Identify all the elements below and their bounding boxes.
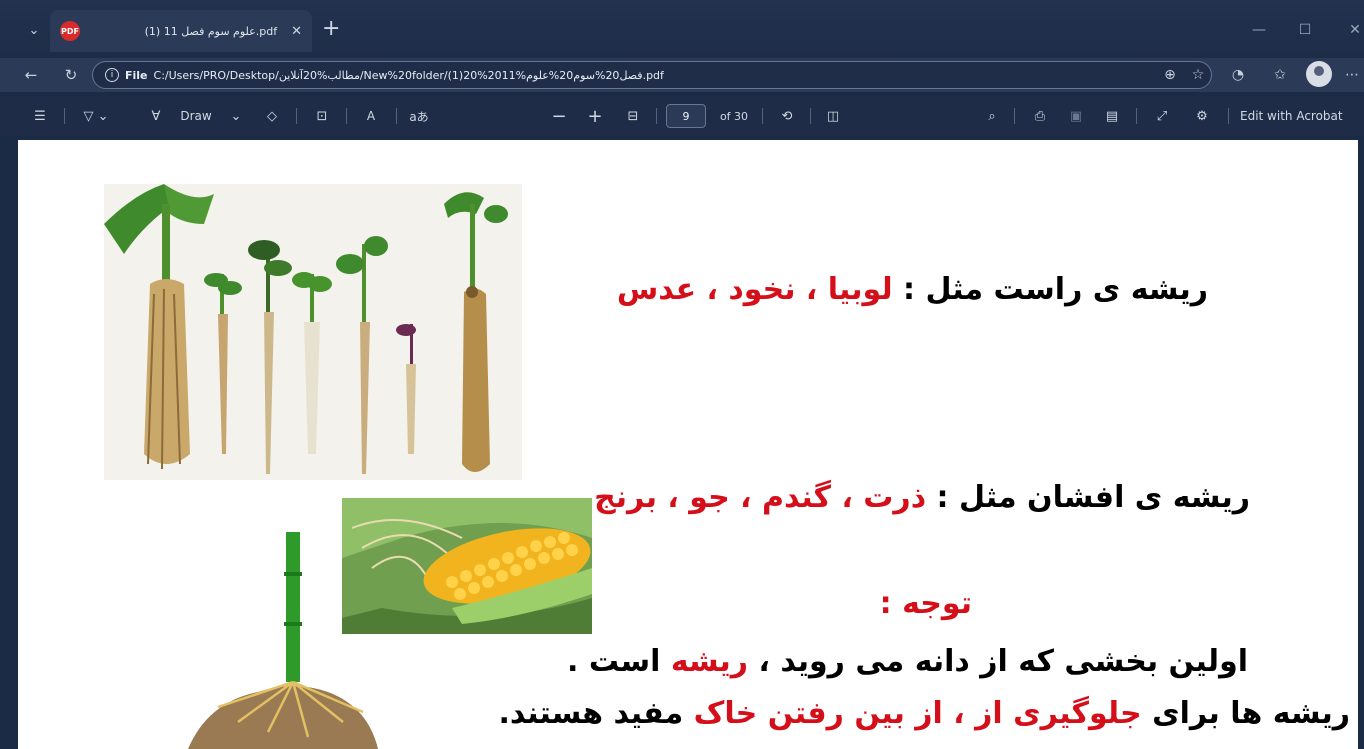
- tab-actions-icon[interactable]: ⌄: [20, 18, 48, 42]
- url-text[interactable]: C:/Users/PRO/Desktop/مطالب%20آنلاین/New%…: [154, 69, 664, 82]
- divider: [810, 108, 811, 124]
- fibrous-root-line: ریشه ی افشان مثل : ذرت ، گندم ، جو ، برن…: [594, 480, 1250, 515]
- more-menu-icon[interactable]: ⋯: [1340, 63, 1364, 87]
- extensions-icon[interactable]: ◔: [1226, 63, 1250, 87]
- page-number-input[interactable]: 9: [666, 104, 706, 128]
- page-total: of 30: [719, 109, 749, 123]
- seedlings-image: [104, 184, 522, 480]
- highlight-icon[interactable]: ▽ ⌄: [74, 104, 118, 128]
- divider: [1228, 108, 1229, 124]
- divider: [396, 108, 397, 124]
- taproot-label: ریشه ی راست مثل :: [892, 272, 1208, 307]
- zoom-out-icon[interactable]: −: [548, 104, 570, 128]
- eraser-icon[interactable]: ◇: [260, 104, 284, 128]
- corn-image: [342, 498, 592, 634]
- note-line-1-text: اولین بخشی که از دانه می روید ،: [748, 644, 1248, 679]
- save-icon[interactable]: ▣: [1064, 104, 1088, 128]
- fibrous-root-examples: ذرت ، گندم ، جو ، برنج: [594, 480, 927, 515]
- back-icon[interactable]: ←: [18, 63, 44, 87]
- contents-icon[interactable]: ☰: [28, 104, 52, 128]
- note-line-1-end: است .: [566, 644, 671, 679]
- draw-icon[interactable]: ∀: [144, 104, 168, 128]
- note-line-2-highlight: جلوگیری از ، از بین رفتن خاک: [693, 696, 1142, 731]
- close-tab-icon[interactable]: ✕: [291, 24, 302, 39]
- file-scheme-label: File: [125, 68, 148, 82]
- favorites-icon[interactable]: ✩: [1268, 63, 1292, 87]
- divider: [656, 108, 657, 124]
- address-row: ← ↻ i File C:/Users/PRO/Desktop/مطالب%20…: [0, 58, 1364, 92]
- tab-title: علوم سوم فصل 11 (1).pdf: [144, 24, 278, 38]
- tab-pdf[interactable]: PDF علوم سوم فصل 11 (1).pdf ✕: [50, 10, 312, 52]
- note-line-2-text: ریشه ها برای: [1141, 696, 1350, 731]
- taproot-line: ریشه ی راست مثل : لوبیا ، نخود ، عدس: [617, 272, 1208, 307]
- pdf-icon: PDF: [60, 21, 80, 41]
- note-line-2: ریشه ها برای جلوگیری از ، از بین رفتن خا…: [498, 696, 1350, 731]
- draw-dropdown-icon[interactable]: ⌄: [226, 104, 246, 128]
- rotate-icon[interactable]: ⟲: [774, 104, 800, 128]
- info-icon[interactable]: i: [105, 68, 119, 82]
- fibrous-root-label: ریشه ی افشان مثل :: [926, 480, 1250, 515]
- page-view-icon[interactable]: ◫: [820, 104, 846, 128]
- add-text-icon[interactable]: ⊡: [310, 104, 334, 128]
- edit-with-acrobat-button[interactable]: Edit with Acrobat: [1240, 104, 1364, 128]
- root-diagram-image: [178, 532, 378, 749]
- divider: [1136, 108, 1137, 124]
- refresh-icon[interactable]: ↻: [58, 63, 84, 87]
- note-heading: توجه :: [879, 586, 972, 621]
- divider: [762, 108, 763, 124]
- read-aloud-button[interactable]: A: [356, 104, 386, 128]
- note-line-1-highlight: ریشه: [670, 644, 749, 679]
- zoom-in-icon[interactable]: +: [584, 104, 606, 128]
- fit-page-icon[interactable]: ⊟: [620, 104, 646, 128]
- divider: [346, 108, 347, 124]
- divider: [1014, 108, 1015, 124]
- divider: [64, 108, 65, 124]
- save-as-icon[interactable]: ▤: [1100, 104, 1124, 128]
- maximize-icon[interactable]: ☐: [1290, 18, 1320, 42]
- settings-icon[interactable]: ⚙: [1190, 104, 1214, 128]
- note-line-1: اولین بخشی که از دانه می روید ، ریشه است…: [567, 644, 1248, 679]
- tab-bar: ⌄ PDF علوم سوم فصل 11 (1).pdf ✕ + — ☐ ✕: [0, 0, 1364, 60]
- window-close-icon[interactable]: ✕: [1340, 18, 1364, 42]
- divider: [296, 108, 297, 124]
- fullscreen-icon[interactable]: ⤢: [1150, 104, 1174, 128]
- favorite-star-icon[interactable]: ☆: [1186, 63, 1210, 87]
- print-icon[interactable]: ⎙: [1028, 104, 1052, 128]
- pdf-toolbar: ☰ ▽ ⌄ ∀ Draw ⌄ ◇ ⊡ A aあ − + ⊟ 9 of 30 ⟲ …: [0, 96, 1364, 136]
- pdf-page: ریشه ی راست مثل : لوبیا ، نخود ، عدس ریش…: [18, 140, 1358, 749]
- zoom-icon[interactable]: ⊕: [1158, 63, 1182, 87]
- draw-button[interactable]: Draw: [176, 104, 216, 128]
- avatar[interactable]: [1306, 61, 1332, 87]
- minimize-icon[interactable]: —: [1244, 18, 1274, 42]
- translate-button[interactable]: aあ: [404, 104, 434, 128]
- find-icon[interactable]: ⌕: [980, 104, 1004, 128]
- address-bar[interactable]: i File C:/Users/PRO/Desktop/مطالب%20آنلا…: [92, 61, 1212, 89]
- taproot-examples: لوبیا ، نخود ، عدس: [616, 272, 893, 307]
- new-tab-icon[interactable]: +: [322, 18, 340, 40]
- note-line-2-end: مفید هستند.: [498, 696, 694, 731]
